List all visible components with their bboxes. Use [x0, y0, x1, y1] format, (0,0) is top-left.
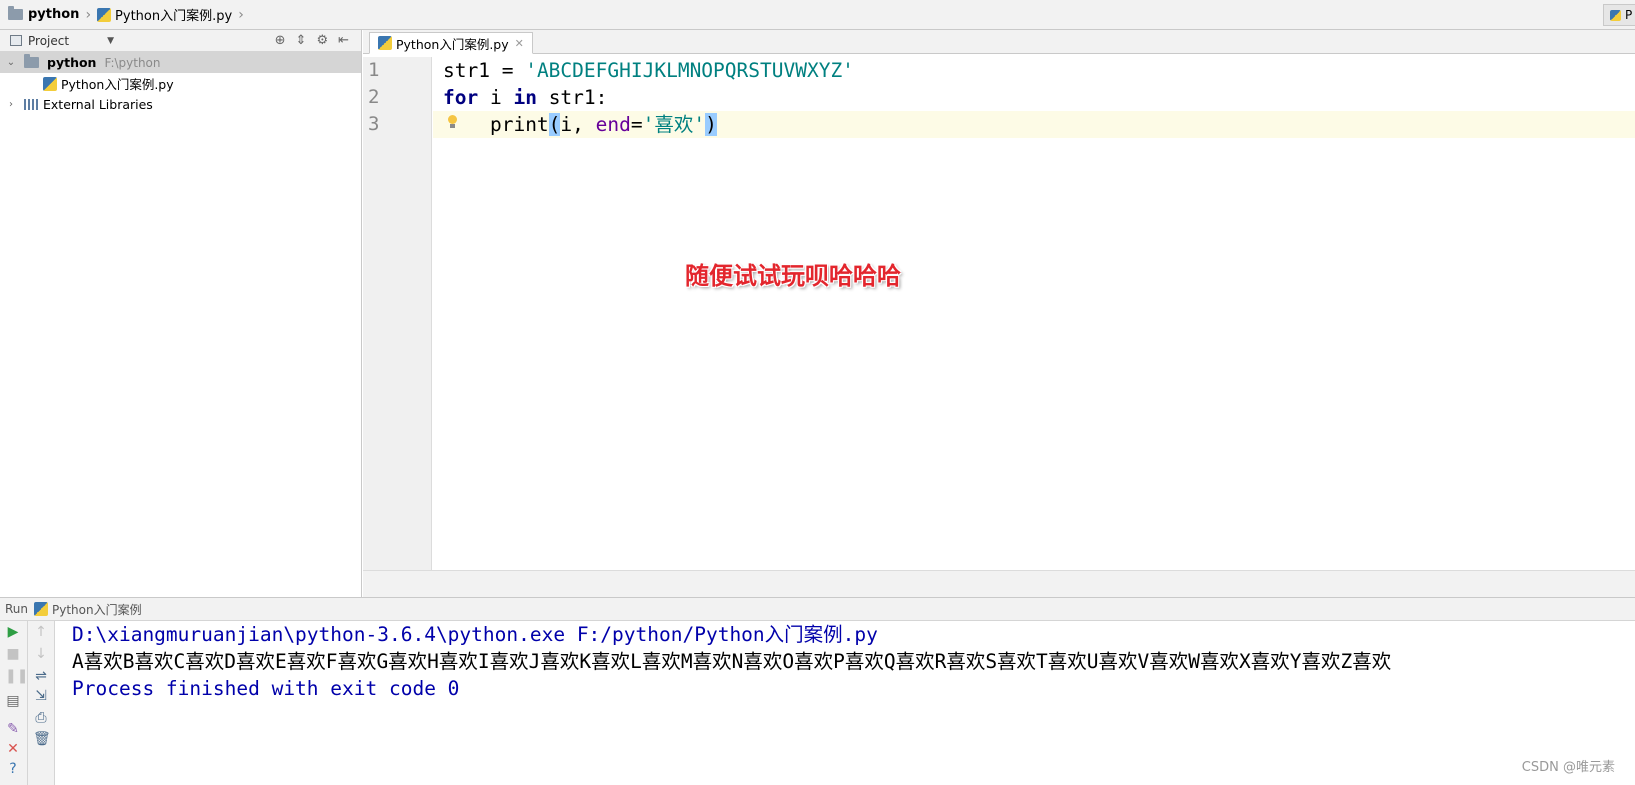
- run-config-label: P: [1625, 8, 1633, 22]
- code-line[interactable]: str1 = 'ABCDEFGHIJKLMNOPQRSTUVWXYZ': [433, 57, 1635, 84]
- folder-icon: [8, 6, 23, 20]
- dropdown-arrow-icon[interactable]: ▼: [107, 36, 114, 46]
- code-token-keyword: in: [513, 86, 537, 109]
- code-token-keyword: for: [443, 86, 479, 109]
- gear-icon[interactable]: ⚙: [316, 33, 328, 48]
- intention-bulb-icon[interactable]: [446, 115, 458, 130]
- arrow-down-icon[interactable]: ↓: [33, 646, 49, 662]
- code-token-operator: =: [630, 113, 643, 136]
- hide-panel-icon[interactable]: ⇤: [338, 33, 349, 48]
- run-config-widget[interactable]: P: [1603, 4, 1635, 26]
- python-file-icon: [378, 36, 392, 50]
- folder-icon: [24, 54, 39, 68]
- tree-item-external-libraries[interactable]: › External Libraries: [0, 94, 361, 115]
- rerun-icon[interactable]: ▶: [5, 624, 21, 640]
- close-icon[interactable]: ✕: [5, 741, 21, 757]
- python-file-icon: [43, 76, 57, 91]
- console-line-output: A喜欢B喜欢C喜欢D喜欢E喜欢F喜欢G喜欢H喜欢I喜欢J喜欢K喜欢L喜欢M喜欢N…: [72, 650, 1392, 673]
- navigation-bar: python › Python入门案例.py › P: [0, 0, 1635, 30]
- code-text-area[interactable]: str1 = 'ABCDEFGHIJKLMNOPQRSTUVWXYZ' for …: [433, 57, 1635, 570]
- tree-file-name: Python入门案例.py: [61, 77, 174, 92]
- project-panel: Project ▼ ⊕ ⇕ ⚙ ⇤ ⌄ python F:\python Pyt…: [0, 30, 362, 597]
- code-token-string: 'ABCDEFGHIJKLMNOPQRSTUVWXYZ': [525, 59, 854, 82]
- expand-arrow-icon[interactable]: ⌄: [4, 57, 18, 68]
- pin-icon[interactable]: ✎: [5, 721, 21, 737]
- locate-icon[interactable]: ⊕: [275, 33, 286, 48]
- code-token-identifier: i: [478, 86, 514, 109]
- editor-bottom-strip: [363, 570, 1635, 597]
- editor-tab[interactable]: Python入门案例.py ✕: [369, 32, 533, 54]
- tree-item-project-root[interactable]: ⌄ python F:\python: [0, 52, 361, 73]
- code-token-identifier: str1:: [536, 86, 608, 109]
- run-toolbar-right: ↑ ↓ ⇌ ⇲ ⎙ 🗑: [28, 621, 55, 785]
- console-line-exit: Process finished with exit code 0: [72, 677, 460, 700]
- project-view-selector[interactable]: Project: [28, 34, 69, 48]
- line-number: 1: [368, 59, 380, 81]
- trash-icon[interactable]: 🗑: [33, 731, 51, 747]
- arrow-up-icon[interactable]: ↑: [33, 624, 49, 640]
- code-token-param: end: [595, 113, 631, 136]
- print-icon[interactable]: ⎙: [33, 710, 49, 726]
- chevron-right-icon: ›: [85, 6, 92, 23]
- code-line-current[interactable]: print(i, end='喜欢'): [433, 111, 1635, 138]
- soft-wrap-icon[interactable]: ⇌: [33, 668, 49, 684]
- code-token-string: '喜欢': [642, 113, 706, 136]
- overlay-annotation: 随便试试玩呗哈哈哈: [685, 262, 901, 290]
- line-number-gutter: 1 2 3: [363, 57, 432, 570]
- console-output[interactable]: D:\xiangmuruanjian\python-3.6.4\python.e…: [56, 621, 1635, 785]
- chevron-right-icon: ›: [238, 6, 244, 23]
- run-panel-header: Run Python入门案例: [0, 597, 1635, 621]
- project-icon: [10, 35, 22, 46]
- code-token-identifier: i,: [560, 113, 596, 136]
- run-config-name[interactable]: Python入门案例: [52, 601, 142, 618]
- code-token-operator: =: [489, 59, 526, 82]
- python-file-icon: [1610, 9, 1621, 21]
- tree-item-file[interactable]: Python入门案例.py: [0, 73, 361, 94]
- scroll-to-end-icon[interactable]: ⇲: [33, 688, 49, 704]
- code-line[interactable]: for i in str1:: [433, 84, 1635, 111]
- code-token-builtin: print: [489, 113, 549, 136]
- line-number: 3: [368, 113, 380, 135]
- code-token-brace: ): [705, 113, 717, 136]
- editor-tab-bar: Python入门案例.py ✕: [363, 30, 1635, 54]
- external-libraries-label: External Libraries: [43, 97, 153, 112]
- pause-icon[interactable]: ❚❚: [5, 668, 28, 684]
- layout-icon[interactable]: ▤: [5, 693, 21, 709]
- library-icon: [24, 99, 38, 110]
- run-toolbar-left: ▶ ■ ❚❚ ▤ ✎ ✕ ?: [0, 621, 28, 785]
- run-panel-label[interactable]: Run: [5, 602, 28, 616]
- collapsed-arrow-icon[interactable]: ›: [4, 99, 18, 110]
- code-token-identifier: str1: [443, 59, 490, 82]
- editor-area: Python入门案例.py ✕ 1 2 3 str1 = 'ABCDEFGHIJ…: [363, 30, 1635, 597]
- project-root-path: F:\python: [104, 55, 161, 70]
- stop-icon[interactable]: ■: [5, 646, 21, 662]
- project-root-name: python: [47, 55, 97, 70]
- close-icon[interactable]: ✕: [515, 37, 524, 50]
- python-file-icon: [34, 602, 49, 616]
- project-toolbar: ⊕ ⇕ ⚙ ⇤: [275, 33, 349, 48]
- project-panel-header: Project ▼ ⊕ ⇕ ⚙ ⇤: [0, 30, 361, 52]
- breadcrumb: python › Python入门案例.py ›: [8, 0, 250, 30]
- console-line-command: D:\xiangmuruanjian\python-3.6.4\python.e…: [72, 623, 878, 646]
- line-number: 2: [368, 86, 380, 108]
- python-file-icon: [97, 7, 112, 22]
- help-icon[interactable]: ?: [5, 761, 21, 777]
- watermark: CSDN @唯元素: [1521, 760, 1615, 775]
- code-token-brace: (: [548, 113, 561, 136]
- ide-window: python › Python入门案例.py › P Project ▼ ⊕ ⇕…: [0, 0, 1635, 785]
- collapse-all-icon[interactable]: ⇕: [296, 33, 307, 48]
- breadcrumb-file[interactable]: Python入门案例.py: [115, 5, 232, 24]
- editor-tab-label: Python入门案例.py: [396, 36, 509, 52]
- breadcrumb-project[interactable]: python: [28, 7, 79, 22]
